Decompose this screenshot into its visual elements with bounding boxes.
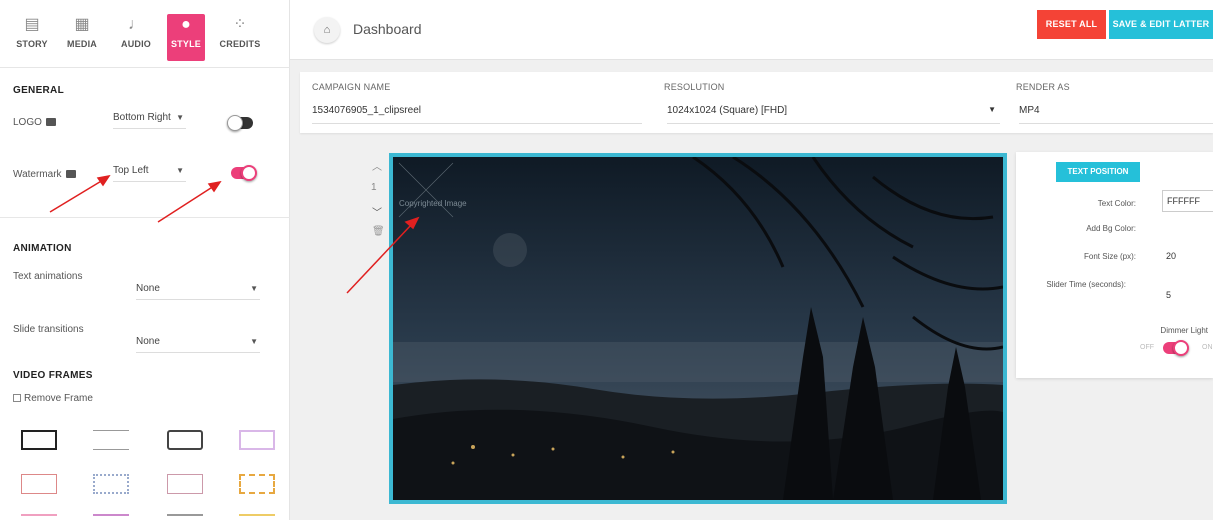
frame-option[interactable] — [93, 474, 129, 494]
caret-down-icon: ▼ — [250, 284, 258, 293]
dimmer-light-toggle[interactable] — [1163, 340, 1189, 356]
caret-down-icon: ▼ — [176, 113, 184, 122]
text-color-label: Text Color: — [1097, 199, 1136, 208]
tab-story[interactable]: ▤ STORY — [10, 14, 54, 49]
tab-media[interactable]: ▦ MEDIA — [60, 14, 104, 49]
watermark-label: Watermark — [13, 169, 76, 180]
music-note-icon: ♩ — [128, 16, 144, 33]
home-button[interactable]: ⌂ — [314, 17, 340, 43]
slide-number: 1 — [371, 182, 377, 193]
animation-title: ANIMATION — [13, 243, 72, 254]
text-animations-label: Text animations — [13, 271, 83, 282]
reset-all-button[interactable]: RESET ALL — [1037, 10, 1106, 39]
dimmer-off-label: OFF — [1140, 344, 1154, 351]
palette-icon: ● — [181, 16, 191, 33]
clipboard-icon: ▤ — [24, 16, 40, 33]
watermark-text[interactable]: Copyrighted Image — [399, 199, 467, 208]
text-position-button[interactable]: TEXT POSITION — [1056, 162, 1140, 182]
watermark-position-select[interactable]: Top Left ▼ — [113, 165, 186, 182]
font-size-input[interactable]: 20 — [1166, 251, 1176, 261]
slide-transitions-label: Slide transitions — [13, 324, 84, 335]
image-icon: ▦ — [74, 16, 90, 33]
frame-option[interactable] — [167, 474, 203, 494]
video-frames-title: VIDEO FRAMES — [13, 370, 93, 381]
frame-option[interactable] — [239, 514, 275, 520]
slide-transitions-select[interactable]: None ▼ — [136, 336, 260, 353]
top-header: ⌂ Dashboard RESET ALL SAVE & EDIT LATTER — [290, 0, 1213, 60]
frame-option[interactable] — [239, 430, 275, 450]
campaign-name-label: CAMPAIGN NAME — [312, 82, 391, 92]
watermark-toggle[interactable] — [231, 165, 257, 181]
toggle-knob — [241, 165, 257, 181]
home-icon: ⌂ — [323, 24, 331, 36]
landscape-image — [393, 157, 1003, 500]
sidebar-tabs: ▤ STORY ▦ MEDIA ♩ AUDIO ● STYLE ⁘ CREDIT… — [0, 0, 290, 68]
frame-option[interactable] — [167, 430, 203, 450]
campaign-settings-bar: CAMPAIGN NAME 1534076905_1_clipsreel RES… — [300, 72, 1213, 133]
bg-color-label: Add Bg Color: — [1086, 224, 1136, 233]
toggle-knob — [1173, 340, 1189, 356]
slider-time-label: Slider Time (seconds): — [1046, 280, 1126, 289]
resolution-label: RESOLUTION — [664, 82, 725, 92]
caret-down-icon: ▼ — [176, 166, 184, 175]
people-icon: ⁘ — [233, 16, 247, 33]
frame-option[interactable] — [21, 474, 57, 494]
tab-style[interactable]: ● STYLE — [167, 14, 205, 61]
logo-label: LOGO — [13, 117, 56, 128]
delete-icon[interactable]: 🗑 — [372, 226, 385, 237]
text-color-input[interactable]: FFFFFF — [1162, 190, 1213, 212]
font-size-label: Font Size (px): — [1083, 252, 1136, 261]
info-badge-icon — [65, 170, 76, 179]
caret-down-icon: ▼ — [250, 337, 258, 346]
frame-option[interactable] — [21, 514, 57, 520]
move-down-icon[interactable]: ﹀ — [372, 204, 382, 219]
frame-option[interactable] — [167, 514, 203, 520]
frame-option[interactable] — [93, 514, 129, 520]
frame-option[interactable] — [239, 474, 275, 494]
tab-credits[interactable]: ⁘ CREDITS — [218, 14, 262, 49]
logo-position-select[interactable]: Bottom Right ▼ — [113, 112, 186, 129]
page-title: Dashboard — [353, 21, 422, 37]
render-as-label: RENDER AS — [1016, 82, 1070, 92]
render-as-select[interactable]: MP4 — [1019, 105, 1213, 124]
toggle-knob — [227, 115, 243, 131]
move-up-icon[interactable]: ︿ — [372, 158, 382, 173]
tab-audio[interactable]: ♩ AUDIO — [114, 14, 158, 49]
resolution-select[interactable]: 1024x1024 (Square) [FHD] ▼ — [667, 105, 1000, 124]
text-animations-select[interactable]: None ▼ — [136, 283, 260, 300]
frame-option[interactable] — [93, 430, 129, 450]
logo-toggle[interactable] — [227, 115, 253, 131]
remove-frame-option[interactable]: Remove Frame — [13, 393, 93, 404]
section-divider — [0, 217, 290, 218]
dimmer-light-label: Dimmer Light — [1160, 326, 1208, 335]
save-edit-later-button[interactable]: SAVE & EDIT LATTER — [1109, 10, 1213, 39]
frame-option[interactable] — [21, 430, 57, 450]
text-settings-panel: TEXT POSITION Text Color: FFFFFF Add Bg … — [1016, 152, 1213, 378]
info-badge-icon — [45, 118, 56, 127]
checkbox[interactable] — [13, 394, 21, 403]
general-title: GENERAL — [13, 85, 64, 96]
sidebar: ▤ STORY ▦ MEDIA ♩ AUDIO ● STYLE ⁘ CREDIT… — [0, 0, 290, 520]
dimmer-on-label: ON — [1202, 344, 1213, 351]
slide-preview[interactable]: Copyrighted Image — [389, 153, 1007, 504]
slider-time-input[interactable]: 5 — [1166, 290, 1171, 300]
caret-down-icon: ▼ — [988, 105, 996, 114]
main-content: CAMPAIGN NAME 1534076905_1_clipsreel RES… — [290, 60, 1213, 520]
campaign-name-input[interactable]: 1534076905_1_clipsreel — [312, 105, 642, 124]
